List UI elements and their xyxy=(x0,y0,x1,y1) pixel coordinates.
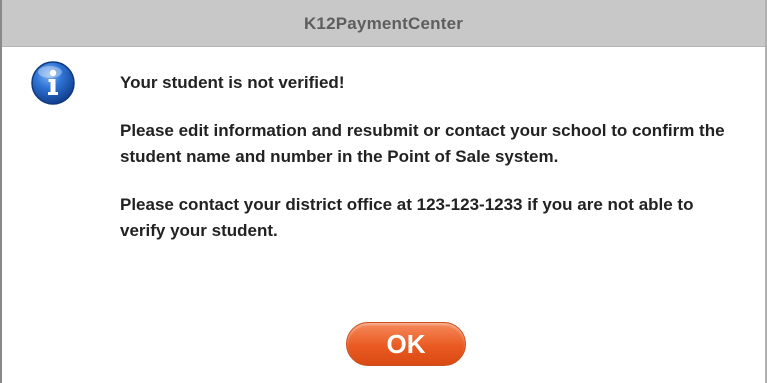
ok-button[interactable]: OK xyxy=(346,322,466,366)
dialog-headline: Your student is not verified! xyxy=(120,73,345,92)
info-icon xyxy=(30,60,76,106)
dialog-title: K12PaymentCenter xyxy=(303,14,464,33)
dialog-message: Your student is not verified! Please edi… xyxy=(120,70,740,244)
alert-dialog: K12PaymentCenter Your student is not ver… xyxy=(0,0,767,383)
dialog-paragraph-instructions: Please edit information and resubmit or … xyxy=(120,121,725,166)
dialog-titlebar: K12PaymentCenter xyxy=(2,0,765,47)
dialog-paragraph-contact: Please contact your district office at 1… xyxy=(120,195,694,240)
